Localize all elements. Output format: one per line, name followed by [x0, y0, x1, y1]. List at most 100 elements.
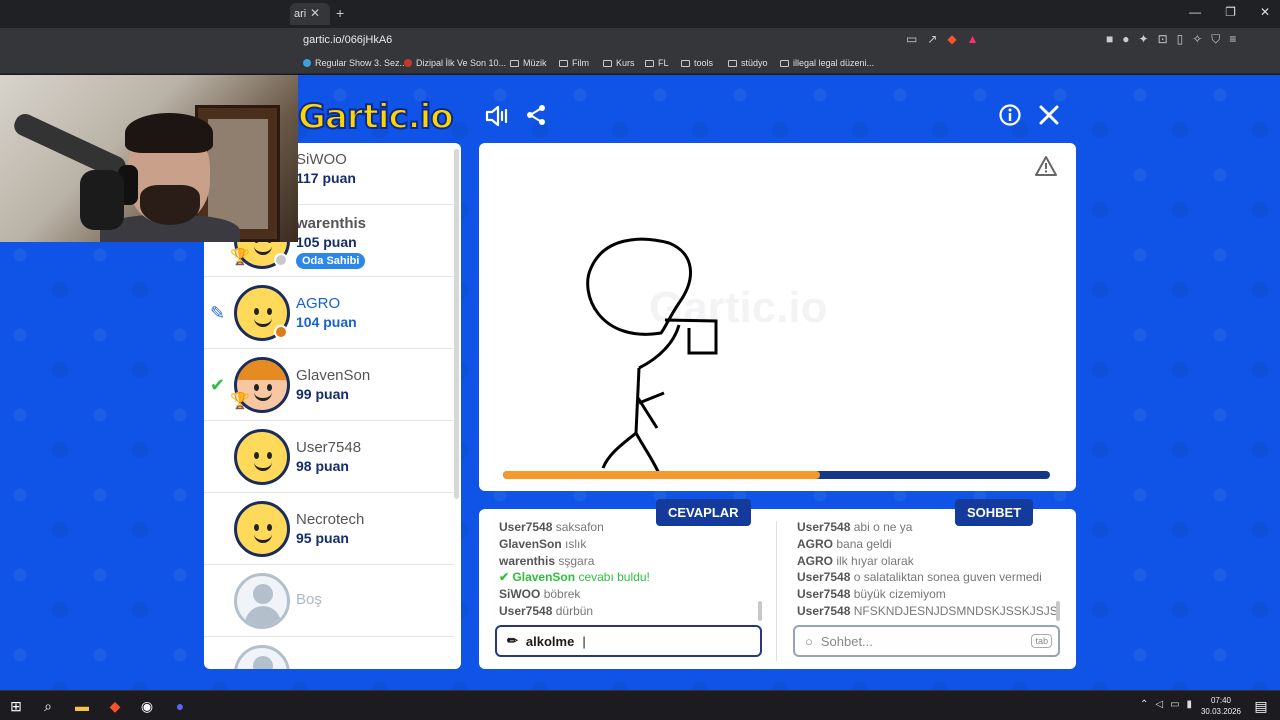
network-icon[interactable]: ▭	[1170, 699, 1179, 710]
answers-list: User7548 saksafon GlavenSon ıslık warent…	[499, 519, 650, 620]
chevron-up-icon[interactable]: ⌃	[1140, 699, 1148, 710]
bookmark-folder[interactable]: illegal legal düzeni...	[780, 58, 874, 68]
answers-scrollbar[interactable]	[758, 601, 762, 621]
bookmark-folder[interactable]: tools	[681, 58, 713, 68]
clock[interactable]: 07:40 30.03.2026	[1200, 695, 1242, 717]
status-indicator	[274, 325, 288, 339]
player-list-scrollbar[interactable]	[454, 149, 459, 499]
share-icon[interactable]	[521, 103, 551, 133]
person-beard	[140, 185, 200, 225]
player-avatar	[234, 501, 290, 557]
answer-message: warenthis sşgara	[499, 553, 595, 568]
bookmark-folder[interactable]: stüdyo	[728, 58, 768, 68]
sidebar-icon[interactable]: ▯	[1177, 32, 1184, 47]
player-name: warenthis	[296, 215, 367, 232]
close-tab-icon[interactable]: ✕	[310, 6, 320, 20]
folder-icon	[780, 59, 789, 67]
empty-slot-label: Boş	[296, 591, 322, 608]
brave-rewards-icon[interactable]: ▲	[967, 32, 979, 46]
answers-chat-panel: CEVAPLAR SOHBET User7548 saksafon Glaven…	[479, 499, 1076, 669]
correct-answer-message: ✔ GlavenSon cevabı buldu!	[499, 570, 650, 585]
bookmark-folder[interactable]: FL	[645, 58, 669, 68]
folder-icon	[559, 59, 568, 67]
file-explorer-icon[interactable]: ▬	[73, 697, 91, 715]
pencil-icon: ✎	[210, 303, 226, 323]
volume-icon[interactable]: ◁	[1155, 699, 1163, 710]
close-icon[interactable]	[1034, 103, 1064, 133]
chat-message: AGRO ilk hıyar olarak	[797, 553, 914, 568]
room-owner-badge: Oda Sahibi	[296, 253, 366, 269]
chat-input-placeholder: Sohbet...	[820, 633, 873, 649]
player-score: 117 puan	[296, 170, 356, 186]
chat-input[interactable]: ○ Sohbet... tab	[793, 625, 1060, 657]
microphone	[80, 170, 124, 230]
chat-list: User7548 abi o ne ya AGRO bana geldi AGR…	[797, 519, 1058, 620]
share-icon[interactable]: ↗	[927, 32, 937, 46]
round-timer-bar	[503, 471, 1050, 479]
address-bar: gartic.io/066jHkA6 ▭ ↗ ◆ ▲ ■ ● ✦ ⊡ ▯ ✧ ⛉…	[0, 28, 1280, 54]
player-drawing	[586, 237, 718, 479]
puzzle-icon[interactable]: ✦	[1139, 32, 1149, 47]
pencil-icon: ✏	[507, 633, 518, 648]
player-row: User7548 98 puan	[204, 421, 454, 493]
url-field[interactable]: gartic.io/066jHkA6	[303, 34, 392, 46]
search-icon[interactable]: ⌕	[39, 697, 57, 715]
gartic-logo: Gartic.io	[297, 96, 455, 138]
leo-icon[interactable]: ✧	[1192, 32, 1202, 47]
tab-title: ari	[294, 8, 307, 20]
answer-message: User7548 dürbün	[499, 603, 594, 618]
player-name: AGRO	[296, 295, 341, 312]
chat-message: User7548 abi o ne ya	[797, 520, 913, 534]
notification-icon[interactable]: ▤	[1252, 697, 1270, 715]
player-row: Necrotech 95 puan	[204, 493, 454, 565]
vpn-icon[interactable]: ⛉	[1211, 32, 1220, 47]
chat-message: User7548 NFSKNDJESNJDSMNDSKJSSKJSJS	[797, 603, 1058, 618]
discord-icon[interactable]: ●	[171, 697, 189, 715]
drawing-canvas[interactable]: Gartic.io	[479, 143, 1076, 491]
restore-icon[interactable]: ❐	[1225, 5, 1236, 19]
bookmark-item[interactable]: Dizipal İlk Ve Son 10...	[404, 58, 506, 68]
bookmark-folder[interactable]: Müzik	[510, 58, 547, 68]
menu-icon[interactable]: ≡	[1229, 32, 1236, 47]
new-tab-icon[interactable]: +	[336, 5, 344, 21]
close-window-icon[interactable]: ✕	[1260, 5, 1270, 19]
answer-input[interactable]: ✏ alkolme |	[495, 625, 762, 657]
clock-time: 07:40	[1210, 696, 1232, 705]
player-score: 105 puan	[296, 234, 357, 250]
answer-input-value: alkolme	[525, 633, 575, 649]
folder-icon	[728, 59, 737, 67]
folder-icon	[645, 59, 654, 67]
bookmark-favicon	[303, 59, 311, 67]
bookmark-folder[interactable]: Kurs	[603, 58, 635, 68]
empty-slot: Boş	[204, 565, 454, 637]
search-icon: ○	[805, 633, 813, 649]
cookie-icon[interactable]: ●	[1122, 32, 1129, 47]
brave-shield-icon[interactable]: ◆	[947, 32, 956, 46]
bookmark-folder[interactable]: Film	[559, 58, 589, 68]
extension-icon[interactable]: ■	[1106, 32, 1113, 47]
empty-avatar	[234, 573, 290, 629]
window-controls: — ❐ ✕	[1189, 5, 1270, 19]
brave-icon[interactable]: ◆	[106, 697, 124, 715]
info-icon[interactable]	[995, 103, 1025, 133]
webcam-overlay	[0, 75, 298, 242]
chat-message: AGRO bana geldi	[797, 536, 892, 551]
mic-icon[interactable]: ▮	[1187, 699, 1193, 710]
answer-message: User7548 saksafon	[499, 520, 604, 534]
folder-icon	[510, 59, 519, 67]
windows-taskbar: ⊞ ⌕ ▬ ◆ ◉ ● ⌃ ◁ ▭ ▮ 07:40 30.03.2026 ▤	[0, 690, 1280, 720]
cast-icon[interactable]: ▭	[906, 32, 917, 46]
cabinet-glass	[208, 119, 268, 229]
bookmarks-bar: Regular Show 3. Sez... Dizipal İlk Ve So…	[0, 54, 1280, 74]
screenshot-icon[interactable]: ⊡	[1158, 32, 1168, 47]
player-name: Necrotech	[296, 511, 365, 528]
player-avatar	[234, 429, 290, 485]
app-icon[interactable]: ◉	[138, 697, 156, 715]
start-icon[interactable]: ⊞	[7, 697, 25, 715]
minimize-icon[interactable]: —	[1189, 5, 1201, 19]
empty-avatar	[234, 645, 290, 669]
bookmark-item[interactable]: Regular Show 3. Sez...	[303, 58, 407, 68]
chat-scrollbar[interactable]	[1056, 601, 1060, 621]
sound-icon[interactable]	[482, 103, 512, 133]
clock-date: 30.03.2026	[1200, 707, 1242, 716]
